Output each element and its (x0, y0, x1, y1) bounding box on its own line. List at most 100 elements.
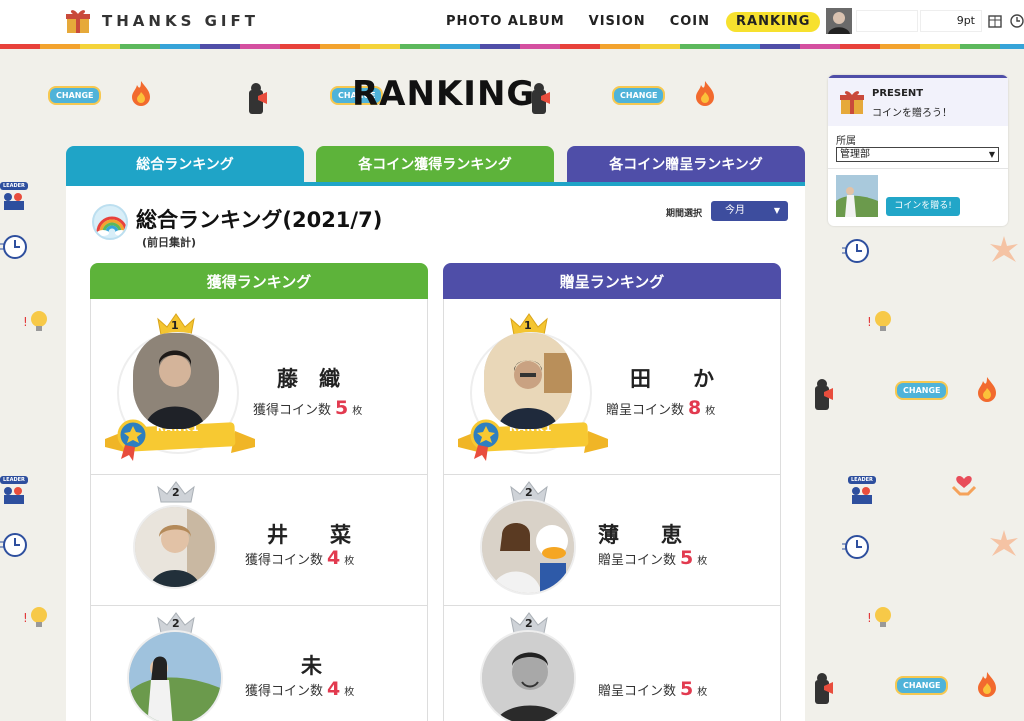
department-select[interactable]: 管理部 ▼ (836, 147, 999, 162)
divider (828, 168, 1008, 169)
user-photo (127, 630, 223, 721)
present-title: PRESENT (872, 88, 924, 99)
logo[interactable]: THANKS GIFT (64, 6, 259, 36)
lightbulb-icon: ! (867, 311, 891, 331)
fire-icon (978, 672, 996, 697)
period-label: 期間選択 (666, 209, 703, 219)
user-photo (484, 333, 572, 429)
calendar-icon[interactable] (986, 12, 1004, 30)
change-sticker: CHANGE (612, 86, 666, 105)
chevron-down-icon: ▼ (988, 150, 995, 159)
send-coin-button[interactable]: コインを贈る! (886, 197, 960, 216)
user-name (856, 10, 918, 32)
user-points: 9pt (920, 10, 982, 32)
department-label: 所属 (836, 136, 856, 147)
starburst-icon (990, 236, 1018, 262)
tab-overall-ranking[interactable]: 総合ランキング (66, 146, 304, 182)
nav-coin[interactable]: COIN (670, 12, 710, 32)
user-photo (480, 630, 576, 721)
entry-name: 未 (301, 654, 322, 678)
heart-hands-icon (951, 476, 977, 496)
team-icon (4, 193, 24, 210)
page-title: RANKING (352, 74, 536, 114)
coin-count: 贈呈コイン数 5 枚 (598, 678, 708, 700)
fire-icon (978, 377, 996, 402)
lightbulb-icon: ! (23, 311, 47, 331)
leader-sticker: LEADER (0, 466, 34, 504)
gift-icon (840, 91, 864, 114)
logo-text: THANKS GIFT (102, 12, 259, 30)
section-subtitle: (前日集計) (142, 236, 197, 249)
change-sticker: CHANGE (48, 86, 102, 105)
coin-count: 贈呈コイン数 5 枚 (598, 547, 708, 569)
user-photo (133, 505, 217, 589)
stopwatch-icon (842, 535, 869, 559)
leader-sticker: LEADER (848, 466, 882, 504)
stopwatch-icon (0, 533, 27, 557)
nav-photo-album[interactable]: PHOTO ALBUM (446, 12, 565, 32)
user-photo (480, 499, 576, 595)
coin-count: 獲得コイン数 4 枚 (245, 678, 355, 700)
megaphone-person-icon (815, 379, 833, 410)
coin-count: 獲得コイン数 5 枚 (253, 397, 363, 419)
present-subtitle: コインを贈ろう！ (872, 108, 952, 119)
ranking-entry[interactable]: 2 贈呈コイン数 5 枚 (444, 606, 780, 721)
entry-name: 藤 織 (277, 367, 340, 391)
top-header: THANKS GIFT PHOTO ALBUM VISION COIN RANK… (0, 0, 1024, 44)
rainbow-divider (0, 44, 1024, 49)
fire-icon (132, 81, 150, 106)
rainbow-icon (92, 204, 128, 240)
stopwatch-icon (0, 235, 27, 259)
given-ranking-header: 贈呈ランキング (443, 263, 781, 299)
coin-count: 贈呈コイン数 8 枚 (606, 397, 716, 419)
rank-number: 2 (525, 486, 533, 499)
period-select[interactable]: 今月 ▼ (711, 201, 788, 221)
user-area: 9pt (826, 8, 1024, 34)
tab-coin-given-ranking[interactable]: 各コイン贈呈ランキング (567, 146, 805, 182)
megaphone-person-icon (815, 673, 833, 704)
lightbulb-icon: ! (23, 607, 47, 627)
team-icon (4, 487, 24, 504)
rank-number: 2 (172, 486, 180, 499)
chevron-down-icon: ▼ (773, 206, 780, 215)
present-card: PRESENT コインを贈ろう！ 所属 管理部 ▼ コインを贈る! (828, 75, 1008, 226)
change-sticker: CHANGE (895, 676, 949, 695)
lightbulb-icon: ! (867, 607, 891, 627)
main-nav: PHOTO ALBUM VISION COIN RANKING (446, 12, 844, 32)
change-sticker: CHANGE (895, 381, 949, 400)
ranking-entry[interactable]: 1 RANK1 田 か 贈呈コイン数8枚 (444, 299, 780, 475)
ranking-entry[interactable]: 2 薄 恵 贈呈コイン数 5 枚 (444, 475, 780, 606)
recipient-photo[interactable] (836, 175, 878, 217)
megaphone-person-icon (249, 83, 267, 114)
received-ranking-header: 獲得ランキング (90, 263, 428, 299)
avatar[interactable] (826, 8, 852, 34)
nav-vision[interactable]: VISION (589, 12, 646, 32)
svg-text:!: ! (23, 611, 28, 625)
user-photo-icon (826, 8, 852, 34)
team-icon (852, 487, 872, 504)
leader-sticker: LEADER (0, 172, 34, 210)
starburst-icon (990, 530, 1018, 556)
nav-ranking[interactable]: RANKING (726, 12, 821, 32)
received-ranking-list: 1 RANK1 藤 織 獲得コイン数5枚 2 (90, 299, 428, 721)
ranking-entry[interactable]: 2 未 獲得コイン数 4 枚 (91, 606, 427, 721)
ranking-entry[interactable]: 2 井 菜 獲得コイン数 4 枚 (91, 475, 427, 606)
coin-count: 獲得コイン数 4 枚 (245, 547, 355, 569)
gift-icon (66, 10, 90, 33)
present-header: PRESENT コインを贈ろう！ (828, 78, 1008, 126)
stopwatch-icon (842, 239, 869, 263)
ranking-panel: 総合ランキング(2021/7) (前日集計) 期間選択 今月 ▼ 獲得ランキング… (66, 186, 805, 721)
ranking-entry[interactable]: 1 RANK1 藤 織 獲得コイン数5枚 (91, 299, 427, 475)
user-photo (133, 333, 219, 429)
entry-name: 田 か (630, 367, 714, 391)
clock-icon[interactable] (1008, 12, 1024, 30)
section-title: 総合ランキング(2021/7) (136, 208, 383, 232)
department-value: 管理部 (840, 149, 870, 160)
svg-text:!: ! (867, 611, 872, 625)
entry-name: 薄 恵 (598, 523, 682, 547)
rank-number: 2 (525, 617, 533, 630)
tab-coin-received-ranking[interactable]: 各コイン獲得ランキング (316, 146, 554, 182)
fire-icon (696, 81, 714, 106)
rank-number: 2 (172, 617, 180, 630)
svg-text:!: ! (867, 315, 872, 329)
